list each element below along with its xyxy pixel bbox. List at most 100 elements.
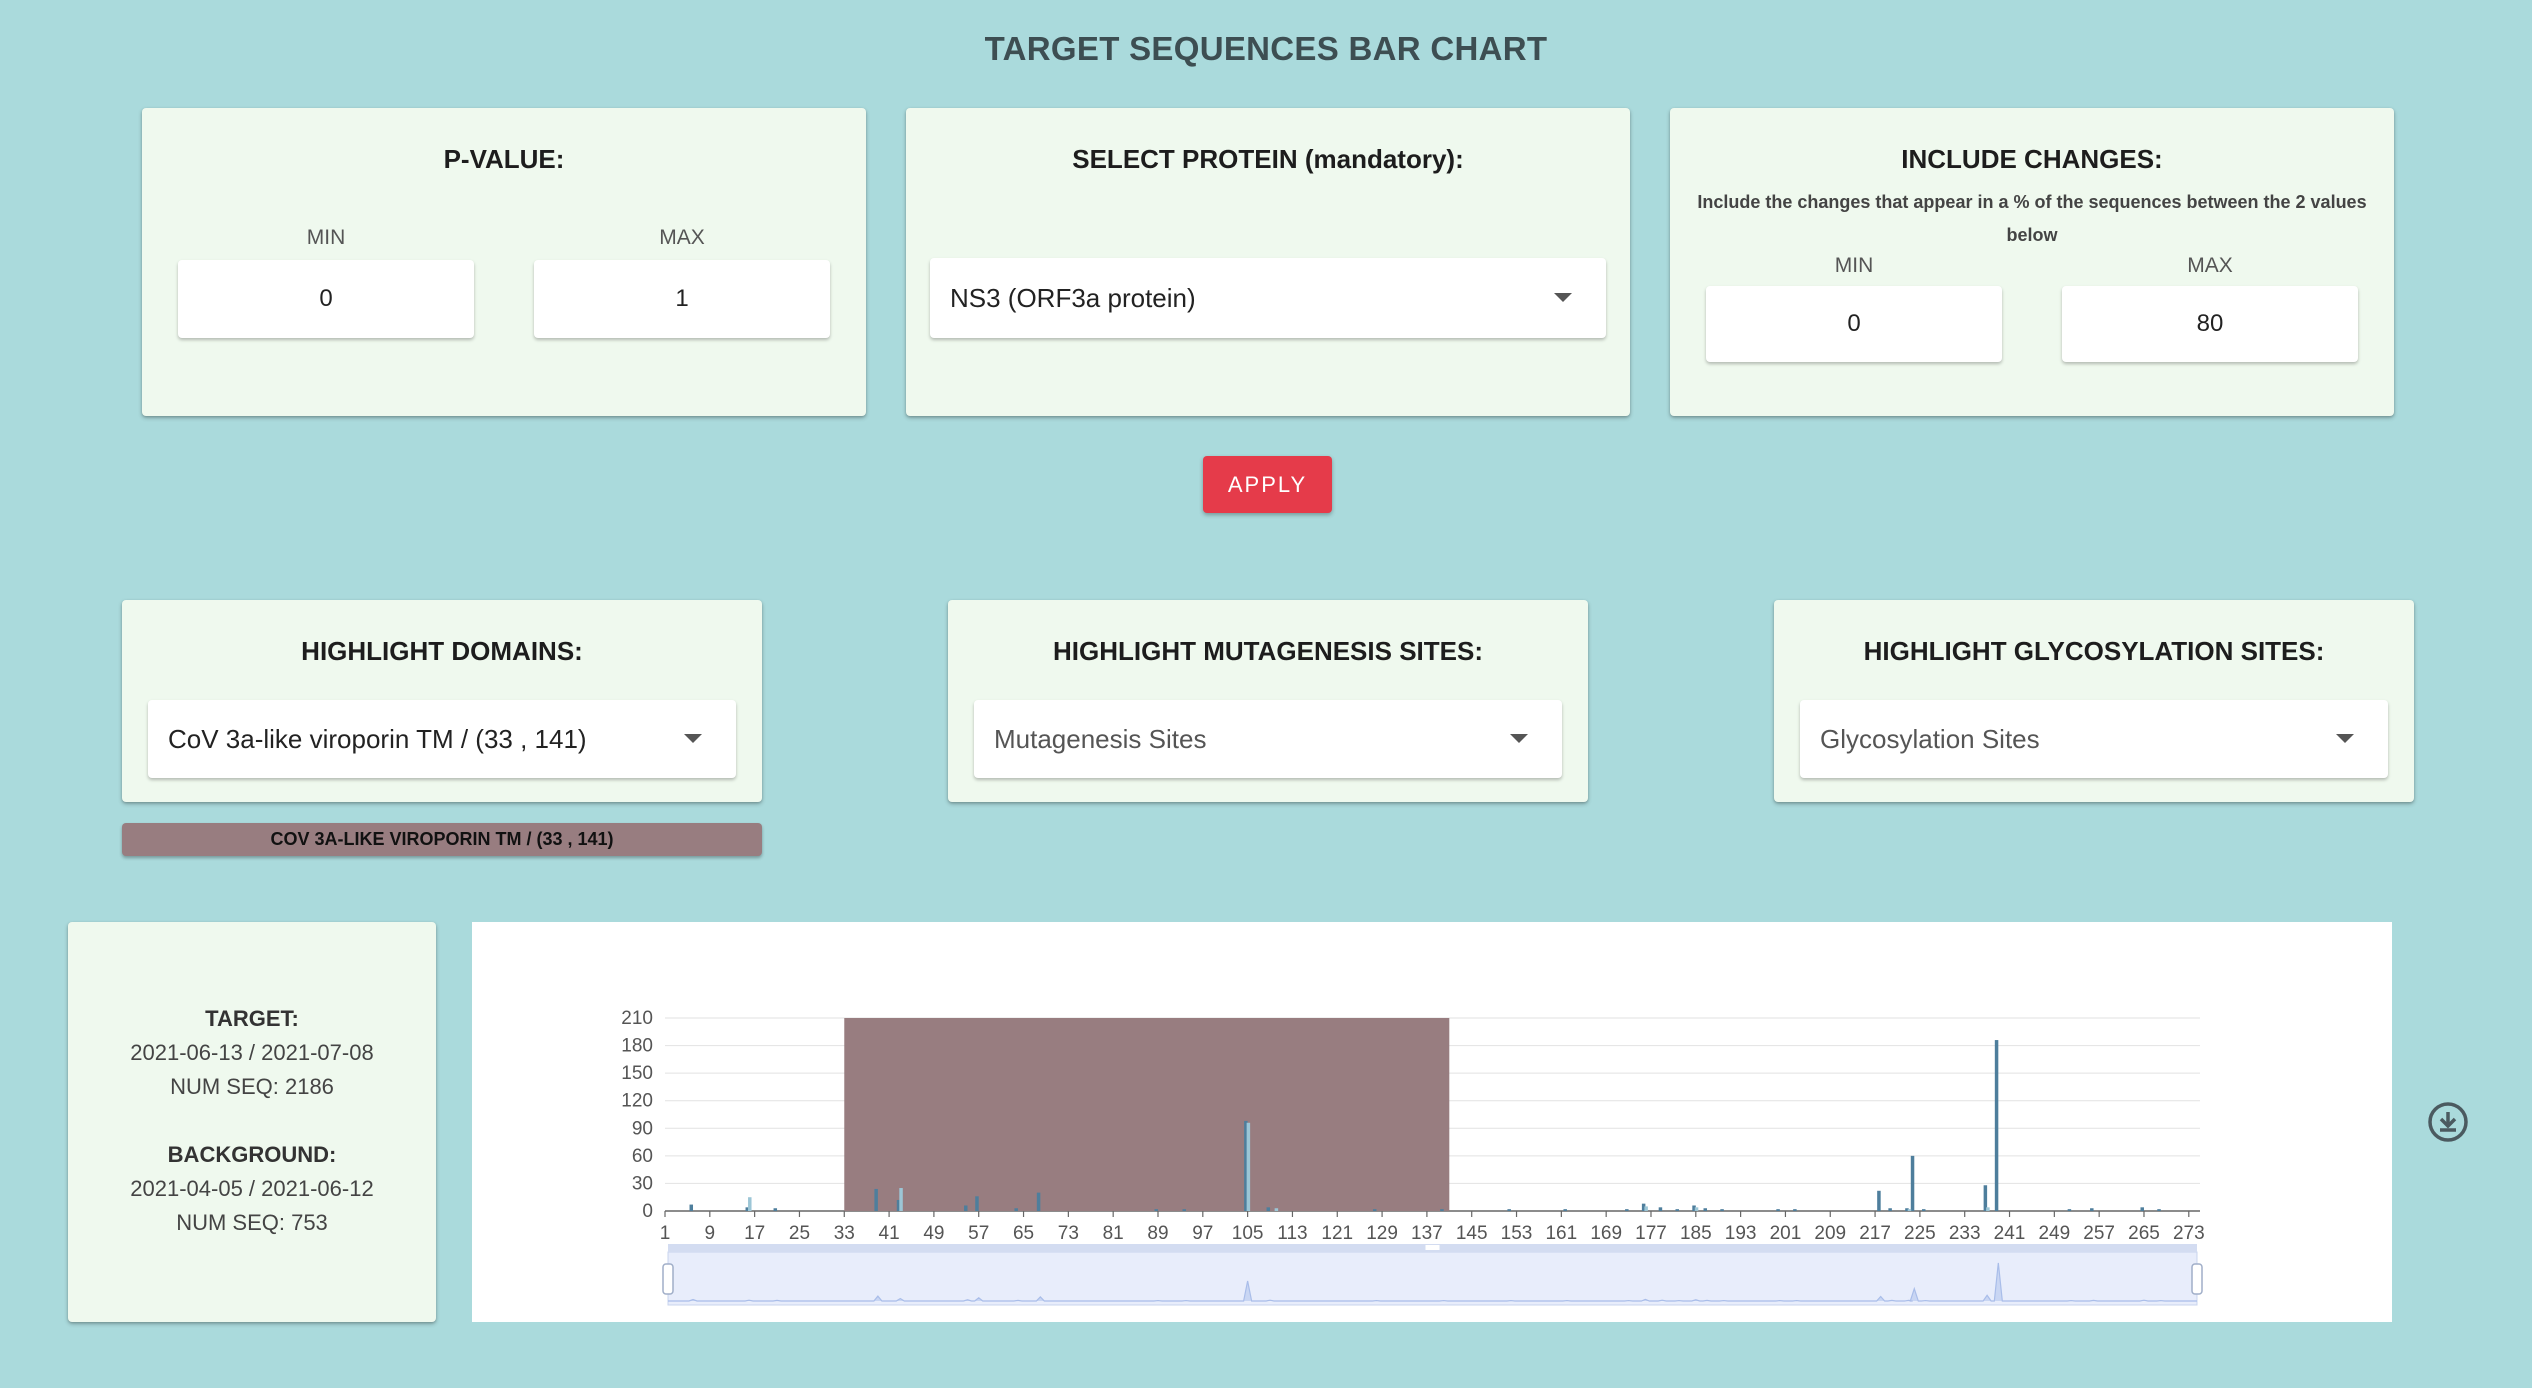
domains-card: HIGHLIGHT DOMAINS: CoV 3a-like viroporin… [122, 600, 762, 802]
chevron-down-icon [684, 734, 702, 743]
changes-hint: Include the changes that appear in a % o… [1697, 192, 2367, 245]
bar [1986, 1207, 1990, 1211]
download-icon[interactable] [2427, 1101, 2469, 1143]
y-tick-label: 210 [621, 1008, 653, 1029]
x-tick-label: 25 [789, 1223, 810, 1244]
changes-title: INCLUDE CHANGES: [1901, 144, 2163, 174]
chevron-down-icon [2336, 734, 2354, 743]
x-tick-label: 17 [744, 1223, 765, 1244]
glycosylation-select[interactable]: Glycosylation Sites [1800, 700, 2388, 778]
domain-highlight [844, 1018, 1450, 1211]
bar [1563, 1209, 1567, 1211]
x-tick-label: 73 [1058, 1223, 1079, 1244]
target-numseq: NUM SEQ: 2186 [170, 1074, 334, 1099]
x-tick-label: 273 [2173, 1223, 2205, 1244]
y-tick-label: 120 [621, 1091, 653, 1112]
changes-min-label: MIN [1834, 254, 1874, 277]
glycosylation-title: HIGHLIGHT GLYCOSYLATION SITES: [1863, 636, 2325, 666]
protein-select[interactable]: NS3 (ORF3a protein) [930, 258, 1606, 338]
x-tick-label: 185 [1680, 1223, 1712, 1244]
bar [1182, 1209, 1187, 1211]
y-tick-label: 60 [632, 1146, 653, 1167]
x-tick-label: 81 [1103, 1223, 1124, 1244]
y-tick-label: 180 [621, 1036, 653, 1057]
background-label: BACKGROUND: [167, 1142, 337, 1167]
glycosylation-card: HIGHLIGHT GLYCOSYLATION SITES: Glycosyla… [1774, 600, 2414, 802]
protein-card: SELECT PROTEIN (mandatory): NS3 (ORF3a p… [906, 108, 1630, 416]
bar [2090, 1208, 2094, 1211]
bar [975, 1196, 979, 1211]
bar [874, 1188, 878, 1211]
bar [689, 1204, 694, 1211]
mutagenesis-select[interactable]: Mutagenesis Sites [974, 700, 1562, 778]
x-tick-label: 9 [705, 1223, 716, 1244]
x-tick-label: 137 [1411, 1223, 1443, 1244]
protein-select-value: NS3 (ORF3a protein) [950, 282, 1196, 313]
changes-min-input[interactable]: 0 [1706, 286, 2002, 362]
bar [1440, 1209, 1444, 1211]
bar [1703, 1208, 1708, 1211]
bar [1644, 1206, 1648, 1211]
y-tick-label: 90 [632, 1118, 653, 1139]
chevron-down-icon [1554, 293, 1572, 302]
mutagenesis-select-placeholder: Mutagenesis Sites [994, 723, 1207, 754]
domains-select-value: CoV 3a-like viroporin TM / (33 , 141) [168, 723, 587, 754]
bar [1720, 1209, 1724, 1211]
y-tick-label: 150 [621, 1063, 653, 1084]
x-tick-label: 257 [2083, 1223, 2115, 1244]
background-dates: 2021-04-05 / 2021-06-12 [130, 1176, 374, 1201]
domain-highlight-layer [844, 1018, 1450, 1211]
sequence-info-card: TARGET: 2021-06-13 / 2021-07-08 NUM SEQ:… [68, 922, 436, 1322]
changes-max-input[interactable]: 80 [2062, 286, 2358, 362]
changes-max-label: MAX [2187, 254, 2233, 277]
background-numseq: NUM SEQ: 753 [176, 1210, 328, 1235]
x-tick-label: 49 [923, 1223, 944, 1244]
x-tick-label: 129 [1366, 1223, 1398, 1244]
x-tick-label: 209 [1814, 1223, 1846, 1244]
y-tick-label: 30 [632, 1173, 653, 1194]
bar [1014, 1208, 1018, 1211]
pvalue-max-input[interactable]: 1 [534, 260, 830, 338]
target-dates: 2021-06-13 / 2021-07-08 [130, 1040, 374, 1065]
x-tick-label: 153 [1501, 1223, 1533, 1244]
bar [1994, 1040, 1999, 1211]
chart-panel: 0 30 60 90 120 150 180 210 1 9 17 25 33 41 49 57 65 73 81 8… [472, 922, 2392, 1322]
bar [1507, 1209, 1511, 1211]
domain-chip[interactable]: COV 3A-LIKE VIROPORIN TM / (33 , 141) [122, 823, 762, 856]
bar [1372, 1209, 1377, 1211]
domains-title: HIGHLIGHT DOMAINS: [301, 636, 583, 666]
bar-chart: 0 30 60 90 120 150 180 210 1 9 17 25 33 41 49 57 65 73 81 8… [621, 1008, 2205, 1306]
bar [1793, 1209, 1797, 1211]
pvalue-card: P-VALUE: MIN MAX 0 1 [142, 108, 866, 416]
slider-handle-right [2191, 1263, 2203, 1295]
bar [1246, 1122, 1251, 1211]
bar [1888, 1208, 1892, 1211]
bar [2067, 1209, 2072, 1211]
slider-track [667, 1251, 2198, 1306]
domains-select[interactable]: CoV 3a-like viroporin TM / (33 , 141) [148, 700, 736, 778]
bar [964, 1205, 968, 1211]
x-tick-label: 177 [1635, 1223, 1667, 1244]
pvalue-min-input[interactable]: 0 [178, 260, 474, 338]
x-tick-label: 161 [1545, 1223, 1577, 1244]
apply-button[interactable]: APPLY [1203, 456, 1332, 513]
x-tick-label: 97 [1192, 1223, 1213, 1244]
target-label: TARGET: [205, 1006, 299, 1031]
x-tick-label: 1 [660, 1223, 671, 1244]
x-tick-label: 193 [1725, 1223, 1757, 1244]
bar [1877, 1190, 1881, 1211]
bar [1266, 1207, 1271, 1211]
x-tick-label: 225 [1904, 1223, 1936, 1244]
bar [1658, 1207, 1663, 1211]
bar [1910, 1155, 1915, 1211]
slider-grip [1425, 1245, 1440, 1250]
changes-card: INCLUDE CHANGES: Include the changes tha… [1670, 108, 2394, 416]
pvalue-min-label: MIN [306, 226, 346, 249]
mutagenesis-title: HIGHLIGHT MUTAGENESIS SITES: [1053, 636, 1483, 666]
x-tick-label: 57 [968, 1223, 989, 1244]
bar [1274, 1208, 1279, 1211]
bar [1776, 1209, 1780, 1211]
x-tick-label: 41 [879, 1223, 900, 1244]
y-tick-label: 0 [642, 1201, 653, 1222]
bar [1036, 1192, 1041, 1211]
